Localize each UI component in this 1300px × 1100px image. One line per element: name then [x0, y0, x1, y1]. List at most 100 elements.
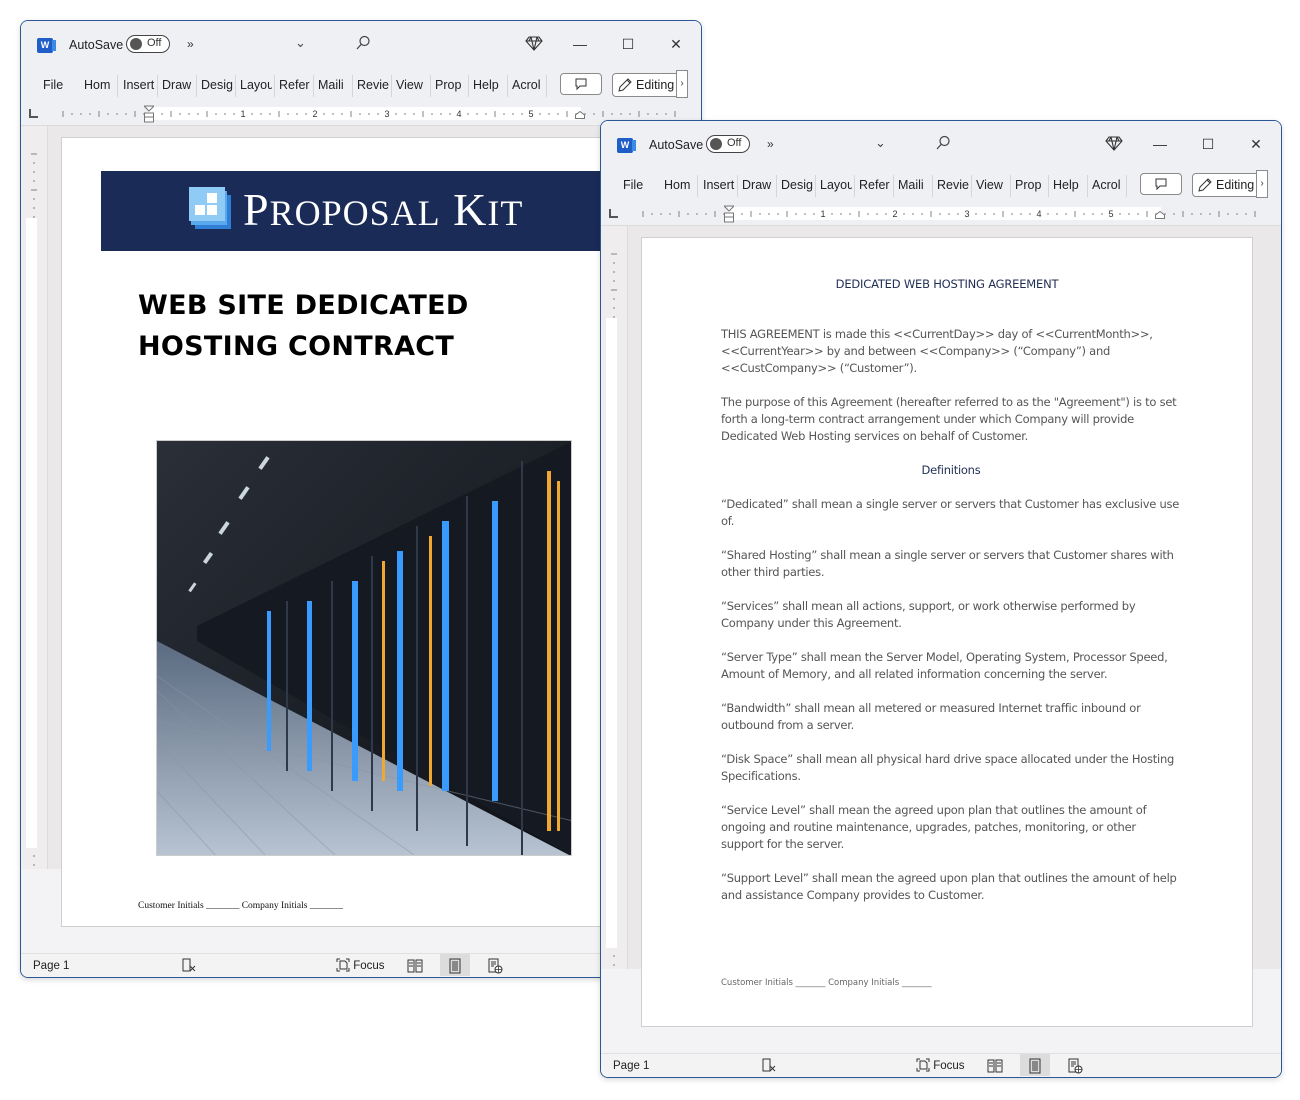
- ruler-number: 3: [964, 209, 969, 219]
- tab-separator: [313, 75, 314, 97]
- tab-separator: [196, 75, 197, 97]
- chevron-down-icon[interactable]: ⌄: [875, 135, 886, 151]
- tab-separator: [274, 75, 275, 97]
- diamond-icon[interactable]: [525, 35, 543, 56]
- ruler-number: 5: [528, 109, 533, 119]
- tab-separator: [1087, 175, 1088, 197]
- web-layout-button[interactable]: [1060, 1054, 1090, 1076]
- tab-separator: [391, 75, 392, 97]
- ruler-number: 2: [312, 109, 317, 119]
- maximize-button[interactable]: ☐: [617, 33, 639, 55]
- tab-design[interactable]: Desig: [201, 78, 233, 92]
- tab-selector-icon[interactable]: [609, 209, 618, 218]
- tab-mailings[interactable]: Maili: [318, 78, 350, 92]
- brand-it: IT: [487, 193, 524, 233]
- ruler-number: 4: [456, 109, 461, 119]
- tab-file[interactable]: File: [43, 78, 67, 92]
- title-bar: W AutoSave Off » ⌄ — ☐ ✕: [21, 21, 701, 69]
- tab-mailings[interactable]: Maili: [898, 178, 930, 192]
- web-page-icon: [1068, 1058, 1083, 1074]
- focus-button[interactable]: Focus: [336, 958, 385, 972]
- diamond-icon[interactable]: [1105, 135, 1123, 156]
- tab-help[interactable]: Help: [1053, 178, 1083, 192]
- comments-button[interactable]: [1140, 173, 1182, 195]
- qat-overflow-button[interactable]: »: [187, 37, 194, 51]
- tab-layout[interactable]: Layou: [240, 78, 272, 92]
- vruler-text-area: [606, 318, 617, 948]
- accessibility-check-icon[interactable]: [181, 957, 197, 976]
- ribbon-expand-button[interactable]: ›: [1256, 170, 1268, 198]
- tab-view[interactable]: View: [396, 78, 428, 92]
- document-canvas[interactable]: DEDICATED WEB HOSTING AGREEMENT THIS AGR…: [628, 226, 1281, 1027]
- tab-draw[interactable]: Draw: [742, 178, 774, 192]
- tab-separator: [854, 175, 855, 197]
- autosave-label: AutoSave: [649, 138, 704, 152]
- qat-overflow-button[interactable]: »: [767, 137, 774, 151]
- close-button[interactable]: ✕: [1245, 133, 1267, 155]
- tab-file[interactable]: File: [623, 178, 647, 192]
- tab-acrobat[interactable]: Acrol: [512, 78, 544, 92]
- read-mode-button[interactable]: [980, 1054, 1010, 1076]
- tab-draw[interactable]: Draw: [162, 78, 194, 92]
- maximize-button[interactable]: ☐: [1197, 133, 1219, 155]
- document-page[interactable]: PROPOSAL KIT WEB SITE DEDICATED HOSTING …: [61, 137, 674, 927]
- definition-item: “Dedicated” shall mean a single server o…: [721, 497, 1180, 528]
- search-icon[interactable]: [935, 135, 951, 156]
- right-indent-marker[interactable]: [575, 111, 585, 119]
- focus-icon: [916, 1058, 930, 1072]
- print-layout-button[interactable]: [1020, 1054, 1050, 1076]
- tab-insert[interactable]: Insert: [703, 178, 735, 192]
- tab-acrobat[interactable]: Acrol: [1092, 178, 1124, 192]
- accessibility-check-icon[interactable]: [761, 1057, 777, 1076]
- minimize-button[interactable]: —: [569, 33, 591, 55]
- tab-view[interactable]: View: [976, 178, 1008, 192]
- right-indent-marker[interactable]: [1155, 211, 1165, 219]
- tab-separator: [737, 175, 738, 197]
- chevron-down-icon[interactable]: ⌄: [295, 35, 306, 51]
- web-layout-button[interactable]: [480, 954, 510, 976]
- definition-item: “Disk Space” shall mean all physical har…: [721, 752, 1175, 783]
- tab-selector-icon[interactable]: [29, 109, 38, 118]
- read-mode-button[interactable]: [400, 954, 430, 976]
- tab-design[interactable]: Desig: [781, 178, 813, 192]
- print-layout-button[interactable]: [440, 954, 470, 976]
- minimize-button[interactable]: —: [1149, 133, 1171, 155]
- indent-marker[interactable]: [144, 105, 154, 123]
- document-page[interactable]: DEDICATED WEB HOSTING AGREEMENT THIS AGR…: [641, 237, 1253, 1027]
- comments-button[interactable]: [560, 73, 602, 95]
- tab-references[interactable]: Refer: [279, 78, 311, 92]
- tab-properties[interactable]: Prop: [435, 78, 465, 92]
- cover-title: WEB SITE DEDICATED HOSTING CONTRACT: [138, 285, 469, 367]
- tab-separator: [932, 175, 933, 197]
- cover-title-line: HOSTING CONTRACT: [138, 331, 455, 362]
- search-icon[interactable]: [355, 35, 371, 56]
- autosave-label: AutoSave: [69, 38, 124, 52]
- brand-k: K: [453, 184, 488, 235]
- intro-paragraph: THIS AGREEMENT is made this <<CurrentDay…: [721, 327, 1153, 375]
- tab-insert[interactable]: Insert: [123, 78, 155, 92]
- tab-layout[interactable]: Layou: [820, 178, 852, 192]
- tab-separator: [235, 75, 236, 97]
- autosave-toggle[interactable]: Off: [126, 35, 170, 53]
- ribbon-expand-button[interactable]: ›: [676, 70, 688, 98]
- tab-home[interactable]: Hom: [84, 78, 114, 92]
- definition-item: “Shared Hosting” shall mean a single ser…: [721, 548, 1174, 579]
- tab-review[interactable]: Revie: [357, 78, 389, 92]
- page-indicator[interactable]: Page 1: [33, 960, 69, 972]
- horizontal-ruler[interactable]: 1 2 3 4 5: [601, 205, 1281, 226]
- ribbon-tabs: File Hom Insert Draw Desig Layou Refer M…: [601, 169, 1281, 205]
- close-button[interactable]: ✕: [665, 33, 687, 55]
- tab-home[interactable]: Hom: [664, 178, 694, 192]
- definitions-heading: Definitions: [921, 463, 981, 477]
- tab-help[interactable]: Help: [473, 78, 503, 92]
- tab-properties[interactable]: Prop: [1015, 178, 1045, 192]
- page-indicator[interactable]: Page 1: [613, 1060, 649, 1072]
- focus-button[interactable]: Focus: [916, 1058, 965, 1072]
- indent-marker[interactable]: [724, 205, 734, 223]
- autosave-toggle[interactable]: Off: [706, 135, 750, 153]
- tab-review[interactable]: Revie: [937, 178, 969, 192]
- horizontal-ruler[interactable]: 1 2 3 4 5: [21, 105, 701, 126]
- tab-separator: [468, 75, 469, 97]
- web-page-icon: [488, 958, 503, 974]
- tab-references[interactable]: Refer: [859, 178, 891, 192]
